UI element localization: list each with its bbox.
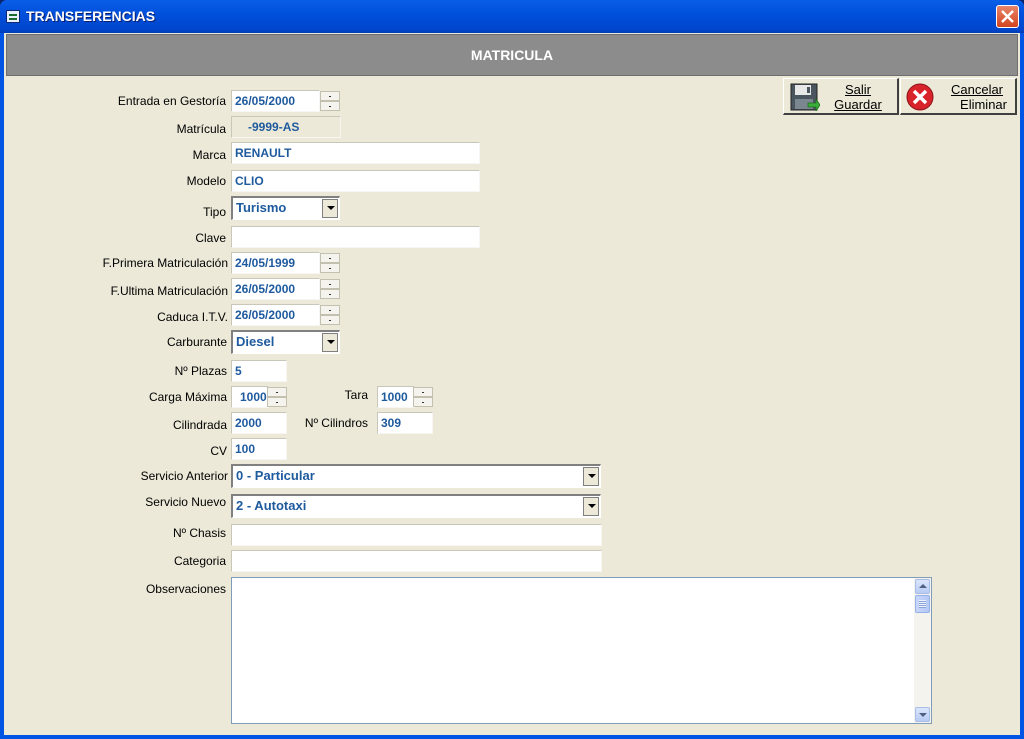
cilindrada-field[interactable]: 2000 — [231, 412, 287, 434]
entrada-date-field[interactable]: 26/05/2000 — [231, 90, 320, 112]
fprimera-date-picker[interactable]: 24/05/1999 — [231, 252, 340, 274]
chasis-label: Nº Chasis — [172, 526, 226, 540]
categoria-label: Categoria — [173, 554, 226, 568]
window-icon — [6, 10, 20, 23]
itv-label: Caduca I.T.V. — [157, 310, 228, 324]
carga-field[interactable]: 1000 — [231, 386, 269, 408]
window-title: TRANSFERENCIAS — [26, 8, 156, 24]
fultima-date-picker[interactable]: 26/05/2000 — [231, 278, 340, 300]
plazas-label: Nº Plazas — [174, 364, 227, 378]
itv-spinner[interactable] — [320, 305, 340, 325]
cancel-top-label: Cancelar — [950, 82, 1004, 97]
servicio-anterior-dropdown-arrow-icon[interactable] — [583, 467, 599, 486]
tara-field[interactable]: 1000 — [377, 386, 415, 408]
entrada-label: Entrada en Gestoría — [117, 94, 226, 108]
fprimera-spinner[interactable] — [320, 253, 340, 273]
servicio-nuevo-dropdown-arrow-icon[interactable] — [583, 497, 599, 516]
cv-label: CV — [210, 444, 227, 458]
tipo-value: Turismo — [236, 200, 287, 215]
servicio-nuevo-value: 2 - Autotaxi — [236, 498, 307, 513]
chasis-field[interactable] — [231, 524, 602, 546]
title-bar: TRANSFERENCIAS — [0, 0, 1024, 33]
observaciones-label: Observaciones — [145, 582, 226, 596]
close-button[interactable] — [996, 5, 1019, 28]
matricula-field: -9999-AS — [231, 116, 341, 138]
fultima-date-field[interactable]: 26/05/2000 — [231, 278, 320, 300]
cilindrada-label: Cilindrada — [172, 418, 227, 432]
scroll-down-arrow-icon[interactable] — [915, 707, 930, 722]
carga-stepper[interactable]: 1000 — [231, 386, 287, 408]
tara-label: Tara — [344, 388, 368, 402]
observaciones-scrollbar[interactable] — [914, 578, 931, 723]
ncilindros-label: Nº Cilindros — [304, 416, 368, 430]
marca-field[interactable]: RENAULT — [231, 142, 480, 164]
servicio-nuevo-select[interactable]: 2 - Autotaxi — [231, 494, 601, 518]
carga-label: Carga Máxima — [148, 390, 227, 404]
save-exit-button[interactable]: Salir Guardar — [783, 78, 899, 115]
carburante-label: Carburante — [166, 335, 227, 349]
carga-spinner[interactable] — [267, 387, 287, 407]
tara-spinner[interactable] — [413, 387, 433, 407]
fultima-spinner[interactable] — [320, 279, 340, 299]
cancel-delete-button[interactable]: Cancelar Eliminar — [900, 78, 1017, 115]
clave-field[interactable] — [231, 226, 480, 248]
entrada-spinner[interactable] — [320, 91, 340, 111]
scroll-up-arrow-icon[interactable] — [915, 579, 930, 594]
servicio-anterior-value: 0 - Particular — [236, 468, 315, 483]
scroll-thumb[interactable] — [915, 595, 930, 613]
ncilindros-field[interactable]: 309 — [377, 412, 433, 434]
tipo-label: Tipo — [203, 205, 226, 219]
carburante-select[interactable]: Diesel — [231, 330, 340, 354]
section-header: MATRICULA — [6, 34, 1018, 76]
categoria-field[interactable] — [231, 550, 602, 572]
marca-label: Marca — [192, 148, 226, 162]
fprimera-label: F.Primera Matriculación — [102, 256, 228, 270]
servicio-anterior-select[interactable]: 0 - Particular — [231, 464, 601, 488]
clave-label: Clave — [195, 231, 226, 245]
save-exit-bottom-label: Guardar — [834, 97, 882, 112]
matricula-label: Matrícula — [176, 122, 226, 136]
cancel-icon — [906, 83, 934, 111]
modelo-field[interactable]: CLIO — [231, 170, 480, 192]
plazas-field[interactable]: 5 — [231, 360, 287, 382]
fprimera-date-field[interactable]: 24/05/1999 — [231, 252, 320, 274]
carburante-value: Diesel — [236, 334, 275, 349]
save-exit-top-label: Salir — [844, 82, 871, 97]
observaciones-textarea[interactable] — [231, 577, 932, 724]
cancel-bottom-label: Eliminar — [960, 97, 1007, 112]
fultima-label: F.Ultima Matriculación — [110, 284, 228, 298]
transferencias-window: TRANSFERENCIAS MATRICULA Salir Guardar C… — [0, 0, 1024, 739]
carburante-dropdown-arrow-icon[interactable] — [322, 333, 338, 352]
servicio-nuevo-label: Servicio Nuevo — [145, 495, 226, 509]
modelo-label: Modelo — [186, 174, 226, 188]
client-area: MATRICULA Salir Guardar Cancelar Elimina… — [4, 33, 1020, 735]
tara-stepper[interactable]: 1000 — [377, 386, 433, 408]
servicio-anterior-label: Servicio Anterior — [140, 469, 228, 483]
entrada-date-picker[interactable]: 26/05/2000 — [231, 90, 340, 112]
tipo-dropdown-arrow-icon[interactable] — [322, 199, 338, 218]
close-icon — [1001, 10, 1014, 23]
tipo-select[interactable]: Turismo — [231, 196, 340, 220]
floppy-disk-icon — [790, 83, 820, 111]
cv-field[interactable]: 100 — [231, 438, 287, 460]
itv-date-field[interactable]: 26/05/2000 — [231, 304, 320, 326]
itv-date-picker[interactable]: 26/05/2000 — [231, 304, 340, 326]
